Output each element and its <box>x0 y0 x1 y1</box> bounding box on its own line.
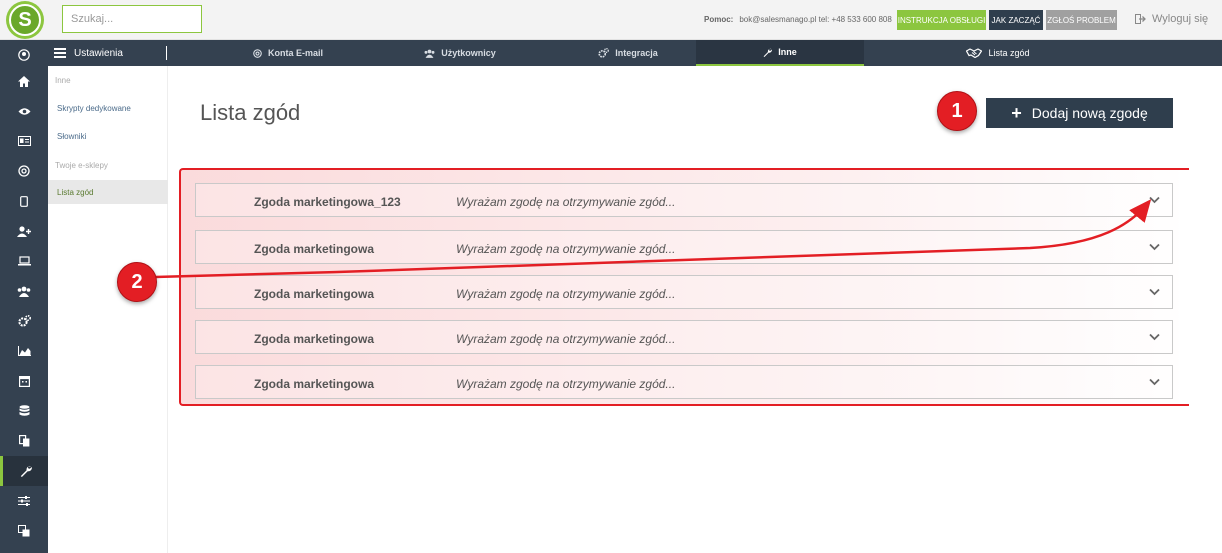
getting-started-button[interactable]: JAK ZACZĄĆ <box>989 10 1043 30</box>
wrench-icon <box>763 48 773 57</box>
sidebar-groups[interactable] <box>0 276 48 306</box>
consent-description: Wyrażam zgodę na otrzymywanie zgód... <box>456 195 676 209</box>
submenu-heading-other: Inne <box>55 76 71 85</box>
tab-users[interactable]: Użytkownicy <box>390 40 530 66</box>
at-icon <box>18 165 30 177</box>
settings-menu-toggle[interactable]: Ustawienia <box>48 40 168 66</box>
chevron-down-icon[interactable] <box>1149 376 1160 387</box>
plus-icon: + <box>1011 103 1022 123</box>
sidebar-reports[interactable] <box>0 336 48 366</box>
help-contact-text: bok@salesmanago.pl tel: +48 533 600 808 <box>739 15 892 24</box>
eye-icon <box>18 107 30 115</box>
tab-consent-list[interactable]: Lista zgód <box>928 40 1068 66</box>
cogs-icon <box>598 48 610 58</box>
page-title: Lista zgód <box>200 100 301 125</box>
main-nav-bar: Ustawienia Konta E-mail Użytkownicy Inte… <box>48 40 1222 66</box>
sidebar-calendar[interactable] <box>0 366 48 396</box>
sliders-icon <box>18 496 30 506</box>
top-bar: S Pomoc: bok@salesmanago.pl tel: +48 533 … <box>0 0 1222 40</box>
area-chart-icon <box>17 346 31 356</box>
submenu-item-dictionaries[interactable]: Słowniki <box>48 124 168 148</box>
files-icon <box>18 435 29 447</box>
sidebar-monitoring[interactable] <box>0 96 48 126</box>
translate-icon <box>18 525 30 537</box>
tab-label: Konta E-mail <box>267 48 323 58</box>
help-label: Pomoc: <box>704 15 734 24</box>
nav-divider <box>166 46 167 60</box>
id-card-icon <box>17 136 31 146</box>
sidebar-settings[interactable] <box>0 456 48 486</box>
database-icon <box>19 405 29 416</box>
consent-row[interactable]: Zgoda marketingowa_123 Wyrażam zgodę na … <box>195 183 1173 217</box>
tab-other[interactable]: Inne <box>696 40 864 66</box>
tab-label: Lista zgód <box>988 48 1030 58</box>
sidebar-add-contact[interactable] <box>0 216 48 246</box>
chevron-down-icon[interactable] <box>1149 194 1160 205</box>
annotation-marker-2: 2 <box>117 262 157 302</box>
tab-email-accounts[interactable]: Konta E-mail <box>218 40 358 66</box>
consent-row[interactable]: Zgoda marketingowa Wyrażam zgodę na otrz… <box>195 230 1173 264</box>
sidebar-translate[interactable] <box>0 516 48 546</box>
tab-label: Użytkownicy <box>441 48 496 58</box>
annotation-marker-1: 1 <box>937 91 977 131</box>
sidebar-sliders[interactable] <box>0 486 48 516</box>
mobile-icon <box>20 195 28 207</box>
report-problem-button[interactable]: ZGŁOŚ PROBLEM <box>1046 10 1117 30</box>
add-consent-button[interactable]: + Dodaj nową zgodę <box>986 98 1173 128</box>
chevron-down-icon[interactable] <box>1149 241 1160 252</box>
instruction-button[interactable]: INSTRUKCJA OBSŁUGI <box>897 10 986 30</box>
sidebar-automation[interactable] <box>0 306 48 336</box>
users-icon <box>424 49 435 58</box>
hamburger-icon <box>54 48 66 58</box>
app-window: S Pomoc: bok@salesmanago.pl tel: +48 533 … <box>0 0 1222 553</box>
consent-name: Zgoda marketingowa <box>254 332 375 346</box>
cogs-icon <box>17 315 31 327</box>
user-plus-icon <box>17 225 31 237</box>
sidebar-database[interactable] <box>0 396 48 426</box>
settings-submenu: Inne Skrypty dedykowane Słowniki Twoje e… <box>48 66 168 553</box>
salesmanago-logo[interactable]: S <box>6 1 44 39</box>
search-input[interactable] <box>62 5 202 33</box>
consent-name: Zgoda marketingowa <box>254 242 375 256</box>
settings-label: Ustawienia <box>74 47 123 59</box>
home-icon <box>18 75 30 87</box>
consent-name: Zgoda marketingowa <box>254 287 375 301</box>
consent-description: Wyrażam zgodę na otrzymywanie zgód... <box>456 332 676 346</box>
tab-integration[interactable]: Integracja <box>548 40 708 66</box>
consent-description: Wyrażam zgodę na otrzymywanie zgód... <box>456 287 676 301</box>
handshake-icon <box>966 48 983 58</box>
chevron-down-icon[interactable] <box>1149 286 1160 297</box>
consent-name: Zgoda marketingowa <box>254 377 375 391</box>
consent-row[interactable]: Zgoda marketingowa Wyrażam zgodę na otrz… <box>195 275 1173 309</box>
sidebar-desktop[interactable] <box>0 246 48 276</box>
help-contact: Pomoc: bok@salesmanago.pl tel: +48 533 60… <box>704 15 892 24</box>
users-icon <box>17 286 31 297</box>
sidebar-files[interactable] <box>0 426 48 456</box>
consent-description: Wyrażam zgodę na otrzymywanie zgód... <box>456 377 676 391</box>
consent-name: Zgoda marketingowa_123 <box>254 195 401 209</box>
logout-label: Wyloguj się <box>1152 13 1209 25</box>
calendar-icon <box>18 376 30 387</box>
wrench-icon <box>20 466 32 477</box>
consent-row[interactable]: Zgoda marketingowa Wyrażam zgodę na otrz… <box>195 365 1173 399</box>
sidebar-email[interactable] <box>0 156 48 186</box>
user-circle-icon <box>18 49 30 61</box>
submenu-item-custom-scripts[interactable]: Skrypty dedykowane <box>48 96 168 120</box>
tab-label: Inne <box>778 47 797 57</box>
consent-description: Wyrażam zgodę na otrzymywanie zgód... <box>456 242 676 256</box>
submenu-item-eshops[interactable]: Twoje e-sklepy <box>55 161 108 170</box>
icon-sidebar <box>0 40 48 553</box>
logout-icon <box>1135 14 1146 24</box>
logout-link[interactable]: Wyloguj się <box>1135 13 1208 25</box>
sidebar-mobile[interactable] <box>0 186 48 216</box>
chevron-down-icon[interactable] <box>1149 331 1160 342</box>
add-consent-label: Dodaj nową zgodę <box>1031 105 1148 121</box>
at-icon <box>253 48 262 58</box>
tab-label: Integracja <box>615 48 658 58</box>
submenu-item-consent-list[interactable]: Lista zgód <box>48 180 168 204</box>
sidebar-home[interactable] <box>0 66 48 96</box>
laptop-icon <box>17 256 31 266</box>
consent-row[interactable]: Zgoda marketingowa Wyrażam zgodę na otrz… <box>195 320 1173 354</box>
sidebar-contacts-card[interactable] <box>0 126 48 156</box>
